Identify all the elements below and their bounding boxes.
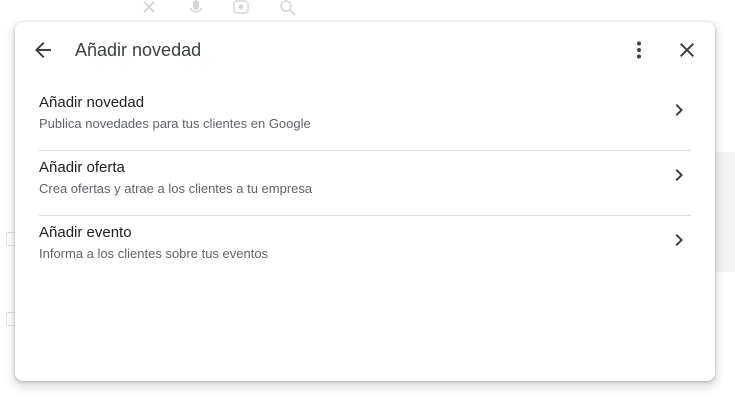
arrow-back-icon bbox=[35, 42, 51, 58]
more-options-button[interactable] bbox=[623, 34, 655, 66]
dialog-title: Añadir novedad bbox=[75, 40, 202, 60]
option-title: Añadir evento bbox=[39, 224, 132, 241]
option-description: Publica novedades para tus clientes en G… bbox=[39, 116, 311, 131]
microphone-icon bbox=[186, 0, 206, 16]
option-description: Informa a los clientes sobre tus eventos bbox=[39, 246, 269, 261]
chevron-right-icon bbox=[675, 104, 683, 116]
option-add-offer[interactable]: Añadir oferta Crea ofertas y atrae a los… bbox=[39, 151, 691, 216]
clear-icon bbox=[140, 0, 160, 16]
close-icon bbox=[680, 43, 694, 57]
chevron-right-icon bbox=[675, 234, 683, 246]
chevron-right-icon bbox=[675, 169, 683, 181]
dialog-header: Añadir novedad bbox=[15, 22, 715, 78]
add-post-dialog: Añadir novedad Añadir novedad Publica no… bbox=[15, 22, 715, 381]
search-icon bbox=[278, 0, 298, 16]
option-title: Añadir novedad bbox=[39, 94, 145, 111]
more-vert-icon bbox=[637, 41, 641, 59]
option-add-update[interactable]: Añadir novedad Publica novedades para tu… bbox=[39, 86, 691, 151]
background-search-bar-icons bbox=[140, 0, 298, 16]
lens-icon bbox=[232, 0, 252, 16]
back-button[interactable] bbox=[27, 34, 59, 66]
close-button[interactable] bbox=[671, 34, 703, 66]
option-description: Crea ofertas y atrae a los clientes a tu… bbox=[39, 181, 313, 196]
option-add-event[interactable]: Añadir evento Informa a los clientes sob… bbox=[39, 216, 691, 281]
option-title: Añadir oferta bbox=[39, 159, 125, 176]
background-card bbox=[713, 152, 735, 272]
post-type-options-list: Añadir novedad Publica novedades para tu… bbox=[39, 86, 691, 281]
